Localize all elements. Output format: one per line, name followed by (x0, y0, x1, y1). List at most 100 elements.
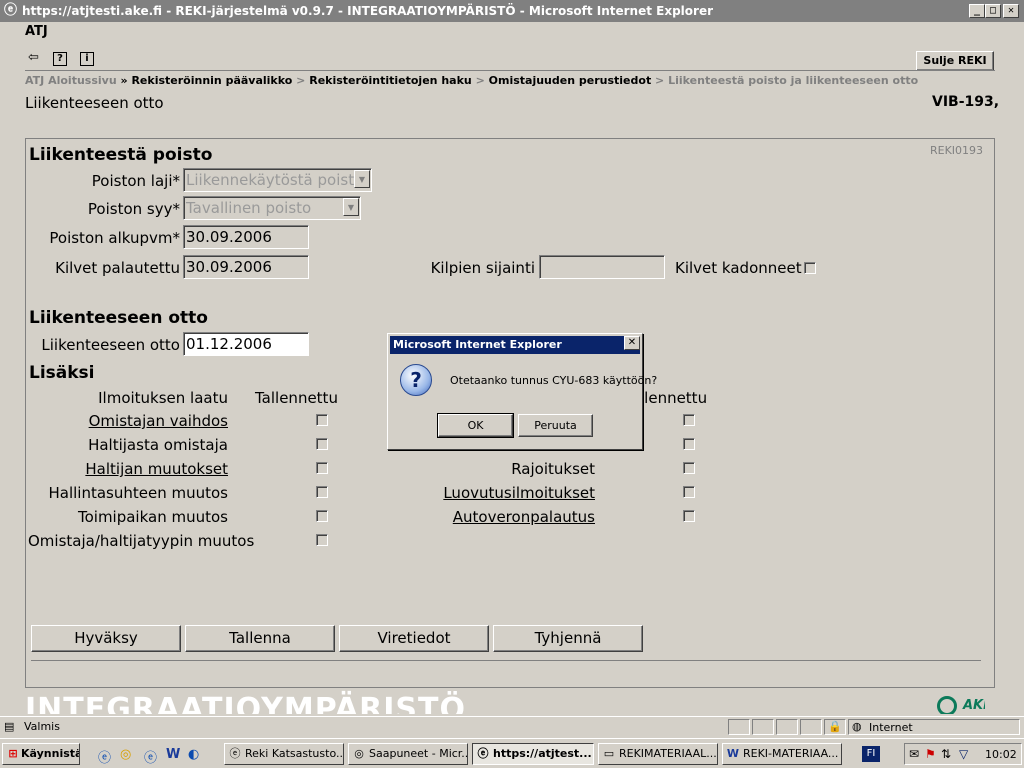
task-atjtesti[interactable]: ⓔ https://atjtest... (472, 743, 594, 765)
folder-icon: ▭ (603, 747, 615, 760)
notice-item-office-change: Toimipaikan muutos (77, 508, 228, 526)
dialog-close-icon[interactable]: ✕ (624, 336, 640, 350)
minimize-button[interactable]: _ (969, 4, 985, 18)
task-reki-katsastus[interactable]: ⓔ Reki Katsastusto... (224, 743, 344, 765)
browser-quicklaunch-icon[interactable]: ◐ (188, 747, 199, 762)
breadcrumb-item[interactable]: ATJ Aloitussivu (25, 74, 117, 87)
saved-checkbox[interactable] (683, 414, 695, 426)
chevron-down-icon: ▼ (354, 170, 370, 188)
return-heading: Liikenteeseen otto (29, 308, 208, 328)
plates-returned-field[interactable]: 30.09.2006 (183, 255, 309, 279)
window-titlebar[interactable]: ⓔ https://atjtesti.ake.fi - REKI-järjest… (0, 0, 1024, 22)
word-quicklaunch-icon[interactable]: W (166, 747, 180, 762)
saved-checkbox[interactable] (316, 414, 328, 426)
mail-icon[interactable]: ✉ (909, 747, 919, 761)
saved-checkbox[interactable] (316, 534, 328, 546)
taskbar: ⊞ Käynnistä ⓔ ◎ ⓔ W ◐ ⓔ Reki Katsastusto… (0, 738, 1024, 768)
status-segment (800, 719, 822, 735)
return-date-field[interactable]: 01.12.2006 (183, 332, 309, 356)
info-icon[interactable]: i (80, 52, 94, 66)
word-icon: W (726, 747, 740, 760)
outlook-quicklaunch-icon[interactable]: ◎ (120, 747, 131, 762)
error-info-button[interactable]: Viretiedot (339, 625, 489, 652)
environment-label: INTEGRAATIOYMPÄRISTÖ (25, 692, 466, 714)
removal-start-label: Poiston alkupvm* (49, 229, 180, 247)
breadcrumb-current: Liikenteestä poisto ja liikenteeseen ott… (668, 74, 919, 87)
footer-banner: INTEGRAATIOYMPÄRISTÖ AKE (25, 690, 985, 714)
start-label: Käynnistä (21, 747, 80, 760)
removal-reason-value: Tavallinen poisto (186, 199, 312, 217)
ie-icon: ⓔ (229, 747, 241, 760)
breadcrumb-item[interactable]: Rekisteröintitietojen haku (309, 74, 472, 87)
cancel-button[interactable]: Peruuta (518, 414, 593, 437)
breadcrumb-item[interactable]: Rekisteröinnin päävalikko (131, 74, 292, 87)
saved-checkbox[interactable] (683, 486, 695, 498)
notice-item-restrictions: Rajoitukset (511, 460, 595, 478)
notice-link-tax-refund[interactable]: Autoveronpalautus (440, 508, 595, 526)
clock[interactable]: 10:02 (985, 748, 1017, 761)
flag-icon[interactable]: ⚑ (925, 747, 936, 761)
saved-checkbox[interactable] (316, 462, 328, 474)
question-icon: ? (400, 364, 432, 396)
language-indicator[interactable]: FI (862, 746, 880, 762)
saved-checkbox[interactable] (683, 462, 695, 474)
status-segment (776, 719, 798, 735)
column-saved-right: llennettu (640, 389, 708, 407)
removal-heading: Liikenteestä poisto (29, 145, 213, 165)
zone-segment: ◍ Internet (848, 719, 1020, 735)
saved-checkbox[interactable] (316, 438, 328, 450)
page-icon: ▤ (4, 720, 15, 733)
footer-divider (31, 660, 981, 661)
status-text: Valmis (24, 720, 60, 733)
outlook-icon: ◎ (354, 747, 364, 760)
column-notice-type: Ilmoituksen laatu (98, 389, 228, 407)
removal-type-label: Poiston laji* (91, 172, 180, 190)
help-icon[interactable]: ? (53, 52, 67, 66)
breadcrumb-separator: > (655, 74, 665, 87)
maximize-button[interactable]: □ (985, 4, 1001, 18)
notice-item-holder-to-owner: Haltijasta omistaja (88, 436, 228, 454)
plates-lost-checkbox[interactable] (804, 262, 816, 274)
ie-quicklaunch-icon[interactable]: ⓔ (98, 747, 111, 766)
saved-checkbox[interactable] (316, 510, 328, 522)
status-segment (728, 719, 750, 735)
app-name: ATJ (25, 24, 48, 39)
notice-link-holder-changes[interactable]: Haltijan muutokset (30, 460, 228, 478)
task-rekimateriaal[interactable]: ▭ REKIMATERIAAL... (598, 743, 718, 765)
saved-checkbox[interactable] (683, 438, 695, 450)
removal-type-select[interactable]: Liikennekäytöstä poisto ▼ (183, 168, 372, 192)
chevron-down-icon: ▼ (343, 198, 359, 216)
dialog-title: Microsoft Internet Explorer (393, 338, 562, 351)
ok-button[interactable]: OK (437, 413, 514, 438)
system-tray: ✉ ⚑ ⇅ ▽ 10:02 (904, 743, 1022, 765)
plates-location-field[interactable] (539, 255, 665, 279)
close-button[interactable]: ✕ (1003, 4, 1019, 18)
removal-type-value: Liikennekäytöstä poisto (186, 171, 364, 189)
saved-checkbox[interactable] (316, 486, 328, 498)
network-icon[interactable]: ⇅ (941, 747, 951, 761)
back-arrow-icon[interactable]: ⇦ (28, 50, 42, 66)
task-label: REKI-MATERIAA... (743, 747, 839, 760)
start-button[interactable]: ⊞ Käynnistä (2, 743, 80, 765)
task-reki-materiaa[interactable]: W REKI-MATERIAA... (722, 743, 842, 765)
antivirus-icon[interactable]: ▽ (959, 747, 968, 761)
window-title: https://atjtesti.ake.fi - REKI-järjestel… (22, 4, 714, 18)
close-reki-button[interactable]: Sulje REKI (916, 51, 994, 71)
breadcrumb: ATJ Aloitussivu » Rekisteröinnin päävali… (25, 74, 918, 87)
notice-link-transfer-notices[interactable]: Luovutusilmoitukset (440, 484, 595, 502)
removal-start-field[interactable]: 30.09.2006 (183, 225, 309, 249)
saved-checkbox[interactable] (683, 510, 695, 522)
plates-lost-label: Kilvet kadonneet (675, 259, 802, 277)
task-saapuneet[interactable]: ◎ Saapuneet - Micr... (348, 743, 468, 765)
globe-icon: ◍ (852, 720, 862, 733)
ie-quicklaunch-icon[interactable]: ⓔ (144, 747, 157, 766)
removal-reason-select[interactable]: Tavallinen poisto ▼ (183, 196, 361, 220)
notice-link-owner-change[interactable]: Omistajan vaihdos (30, 412, 228, 430)
clear-button[interactable]: Tyhjennä (493, 625, 643, 652)
status-bar: ▤ Valmis 🔒 ◍ Internet (0, 716, 1024, 736)
save-button[interactable]: Tallenna (185, 625, 335, 652)
breadcrumb-item[interactable]: Omistajuuden perustiedot (489, 74, 652, 87)
breadcrumb-separator: > (475, 74, 485, 87)
accept-button[interactable]: Hyväksy (31, 625, 181, 652)
dialog-titlebar[interactable]: Microsoft Internet Explorer (390, 336, 640, 354)
